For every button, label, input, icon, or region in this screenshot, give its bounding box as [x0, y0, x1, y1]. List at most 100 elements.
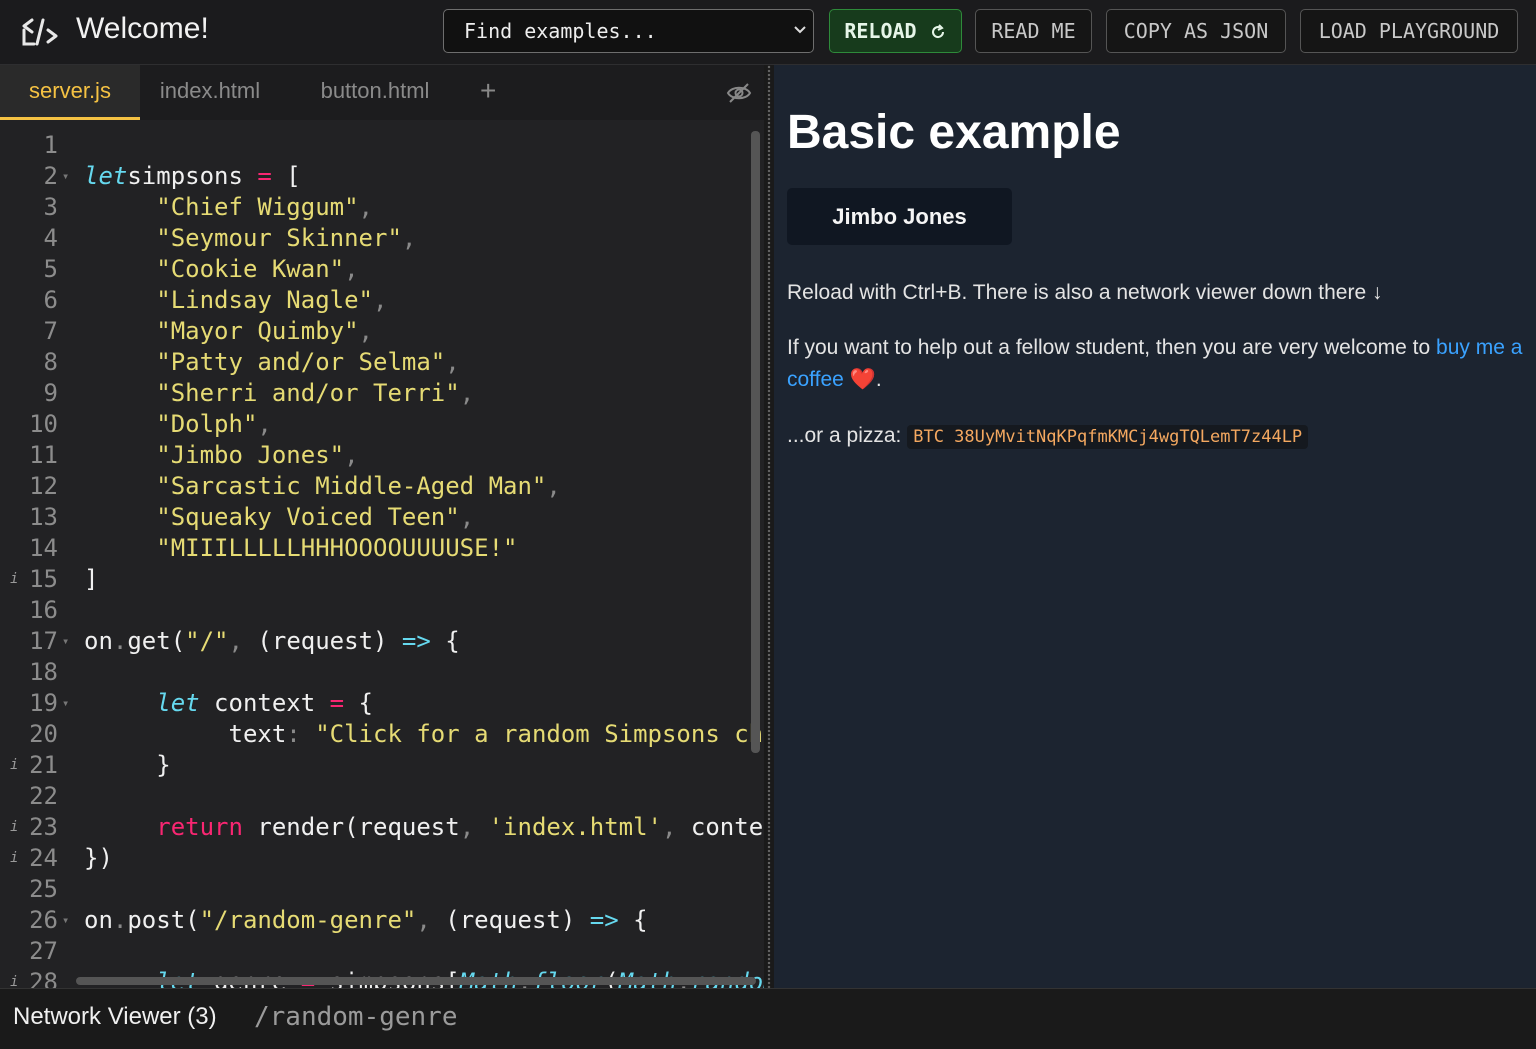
- line-number: 8: [43, 348, 58, 376]
- info-icon: i: [10, 974, 19, 988]
- preview-title: Basic example: [787, 106, 1121, 159]
- code-line[interactable]: i 15]: [0, 564, 764, 595]
- preview-pane: Basic example Jimbo Jones Reload with Ct…: [774, 65, 1536, 988]
- line-number: 18: [29, 658, 58, 686]
- line-number: 26: [29, 906, 58, 934]
- code-line[interactable]: 12 "Sarcastic Middle-Aged Man",: [0, 471, 764, 502]
- reload-label: RELOAD: [844, 19, 917, 43]
- code-line[interactable]: i 24}): [0, 843, 764, 874]
- line-number: 12: [29, 472, 58, 500]
- line-number: 1: [43, 131, 58, 159]
- code-text: }): [84, 844, 113, 872]
- code-text: ]: [84, 565, 99, 593]
- line-number: 17: [29, 627, 58, 655]
- code-text: on.get("/", (request) => {: [84, 627, 460, 655]
- fold-arrow-icon[interactable]: ▾: [62, 688, 69, 719]
- line-number: 13: [29, 503, 58, 531]
- line-number: 23: [29, 813, 58, 841]
- line-number: 16: [29, 596, 58, 624]
- code-line[interactable]: 16: [0, 595, 764, 626]
- load-playground-button[interactable]: LOAD PLAYGROUND: [1300, 9, 1518, 53]
- line-number: 7: [43, 317, 58, 345]
- pane-splitter[interactable]: [764, 65, 774, 988]
- code-line[interactable]: 3 "Chief Wiggum",: [0, 192, 764, 223]
- line-number: 6: [43, 286, 58, 314]
- code-line[interactable]: 6 "Lindsay Nagle",: [0, 285, 764, 316]
- code-line[interactable]: 9 "Sherri and/or Terri",: [0, 378, 764, 409]
- code-line[interactable]: 25: [0, 874, 764, 905]
- code-line[interactable]: 7 "Mayor Quimby",: [0, 316, 764, 347]
- code-line[interactable]: 17 ▾ on.get("/", (request) => {: [0, 626, 764, 657]
- top-bar: Welcome! Find examples... RELOAD READ ME…: [0, 0, 1536, 65]
- network-viewer-bar[interactable]: Network Viewer (3) /random-genre: [0, 988, 1536, 1049]
- pizza-text: ...or a pizza:: [787, 424, 902, 447]
- pizza-paragraph: ...or a pizza: BTC 38UyMvitNqKPqfmKMCj4w…: [787, 420, 1527, 453]
- copy-as-json-button[interactable]: COPY AS JSON: [1106, 9, 1286, 53]
- app-title: Welcome!: [76, 12, 209, 45]
- code-line[interactable]: 5 "Cookie Kwan",: [0, 254, 764, 285]
- line-number: 27: [29, 937, 58, 965]
- code-line[interactable]: 19 ▾ let context = {: [0, 688, 764, 719]
- code-text: "Mayor Quimby",: [156, 317, 373, 345]
- code-text: on.post("/random-genre", (request) => {: [84, 906, 648, 934]
- line-number: 2: [43, 162, 58, 190]
- random-character-button[interactable]: Jimbo Jones: [787, 188, 1012, 245]
- horizontal-scrollbar[interactable]: [76, 977, 756, 985]
- info-icon: i: [10, 757, 19, 773]
- code-line[interactable]: 10 "Dolph",: [0, 409, 764, 440]
- code-line[interactable]: i 23 return render(request, 'index.html',…: [0, 812, 764, 843]
- code-text: text: "Click for a random Simpsons chara…: [84, 720, 764, 748]
- help-paragraph: If you want to help out a fellow student…: [787, 332, 1527, 396]
- network-viewer-label[interactable]: Network Viewer (3): [13, 1003, 217, 1031]
- code-line[interactable]: 13 "Squeaky Voiced Teen",: [0, 502, 764, 533]
- line-number: 28: [29, 968, 58, 988]
- heart-icon: ❤️: [849, 368, 876, 391]
- code-text: "Sherri and/or Terri",: [156, 379, 475, 407]
- add-tab-button[interactable]: +: [480, 75, 496, 107]
- code-line[interactable]: i 21 }: [0, 750, 764, 781]
- find-examples-select[interactable]: Find examples...: [443, 9, 814, 53]
- vertical-scrollbar[interactable]: [751, 131, 760, 753]
- code-text: "Seymour Skinner",: [156, 224, 417, 252]
- code-line[interactable]: 18: [0, 657, 764, 688]
- line-number: 10: [29, 410, 58, 438]
- line-number: 22: [29, 782, 58, 810]
- code-text: "Lindsay Nagle",: [156, 286, 388, 314]
- code-text: return render(request, 'index.html', con…: [156, 813, 764, 841]
- read-me-button[interactable]: READ ME: [975, 9, 1092, 53]
- code-text: letsimpsons = [: [84, 162, 301, 190]
- file-tabs: server.js index.html button.html +: [0, 65, 764, 120]
- reload-button[interactable]: RELOAD: [829, 9, 962, 53]
- code-text: "Chief Wiggum",: [156, 193, 373, 221]
- line-number: 20: [29, 720, 58, 748]
- code-line[interactable]: 8 "Patty and/or Selma",: [0, 347, 764, 378]
- btc-address: BTC 38UyMvitNqKPqfmKMCj4wgTQLemT7z44LP: [907, 425, 1309, 449]
- line-number: 21: [29, 751, 58, 779]
- line-number: 4: [43, 224, 58, 252]
- code-line[interactable]: 1: [0, 130, 764, 161]
- code-line[interactable]: 14 "MIIILLLLLHHHOOOOUUUUSE!": [0, 533, 764, 564]
- code-text: "Cookie Kwan",: [156, 255, 359, 283]
- code-line[interactable]: 26 ▾ on.post("/random-genre", (request) =>…: [0, 905, 764, 936]
- code-text: "Dolph",: [156, 410, 272, 438]
- fold-arrow-icon[interactable]: ▾: [62, 905, 69, 936]
- code-line[interactable]: 2 ▾ letsimpsons = [: [0, 161, 764, 192]
- code-line[interactable]: 20 text: "Click for a random Simpsons ch…: [0, 719, 764, 750]
- code-editor-pane: server.js index.html button.html + 1 2 ▾ le…: [0, 65, 764, 988]
- code-text: let context = {: [156, 689, 374, 717]
- line-number: 19: [29, 689, 58, 717]
- fold-arrow-icon[interactable]: ▾: [62, 626, 69, 657]
- code-line[interactable]: 4 "Seymour Skinner",: [0, 223, 764, 254]
- code-area[interactable]: 1 2 ▾ letsimpsons = [3 "Chief Wiggum", 4 "Se…: [0, 128, 764, 988]
- tab-index-html[interactable]: index.html: [140, 65, 280, 120]
- line-number: 11: [29, 441, 58, 469]
- code-text: "Patty and/or Selma",: [156, 348, 460, 376]
- fold-arrow-icon[interactable]: ▾: [62, 161, 69, 192]
- hide-eye-icon[interactable]: [726, 81, 752, 105]
- code-line[interactable]: 27: [0, 936, 764, 967]
- line-number: 25: [29, 875, 58, 903]
- tab-server-js[interactable]: server.js: [0, 65, 140, 120]
- code-line[interactable]: 11 "Jimbo Jones",: [0, 440, 764, 471]
- code-line[interactable]: 22: [0, 781, 764, 812]
- tab-button-html[interactable]: button.html: [300, 65, 450, 120]
